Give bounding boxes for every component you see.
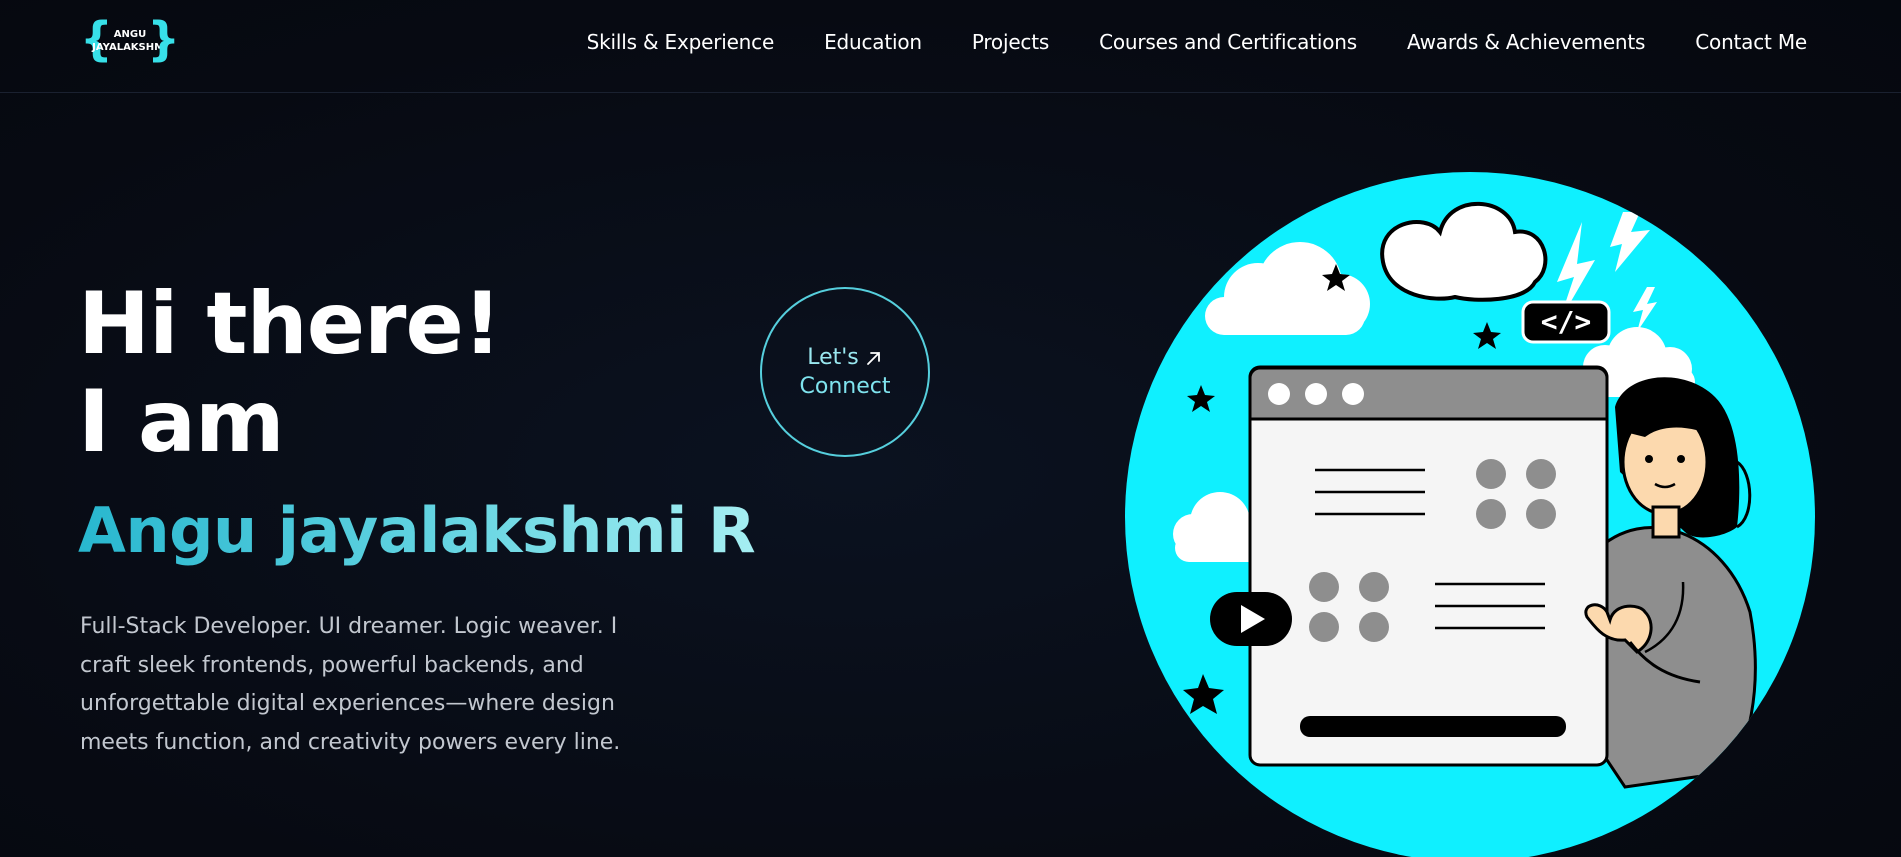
hero-intro: I am [78,372,285,472]
code-tag-icon: </> [1521,300,1611,344]
main-menu: Skills & Experience Education Projects C… [587,30,1808,54]
site-logo[interactable]: { ANGU JAYALAKSHMI } [80,16,180,64]
nav-contact-me[interactable]: Contact Me [1695,30,1807,54]
connect-line-1: Let's [807,345,859,370]
arrow-up-right-icon [866,351,880,365]
connect-line-2: Connect [799,374,891,399]
nav-education[interactable]: Education [824,30,922,54]
connect-row: Let's [807,343,883,372]
person-figure [1593,377,1757,789]
developer-illustration: </> [1125,172,1815,857]
code-tag-text: </> [1541,305,1592,338]
nav-projects[interactable]: Projects [972,30,1049,54]
lets-connect-button[interactable]: Let's Connect [760,287,930,457]
hero-description: Full-Stack Developer. UI dreamer. Logic … [80,614,621,755]
top-navbar: { ANGU JAYALAKSHMI } Skills & Experience… [0,0,1901,93]
right-brace-icon: } [147,12,180,66]
nav-awards-achievements[interactable]: Awards & Achievements [1407,30,1646,54]
nav-skills-experience[interactable]: Skills & Experience [587,30,775,54]
nav-courses-certifications[interactable]: Courses and Certifications [1099,30,1357,54]
play-button-icon [1210,592,1292,646]
hero-greeting: Hi there! [78,274,502,374]
hero-name: Angu jayalakshmi R [78,492,756,570]
browser-window-graphic [1248,365,1609,767]
hero-heading: Hi there! I am [78,274,502,472]
